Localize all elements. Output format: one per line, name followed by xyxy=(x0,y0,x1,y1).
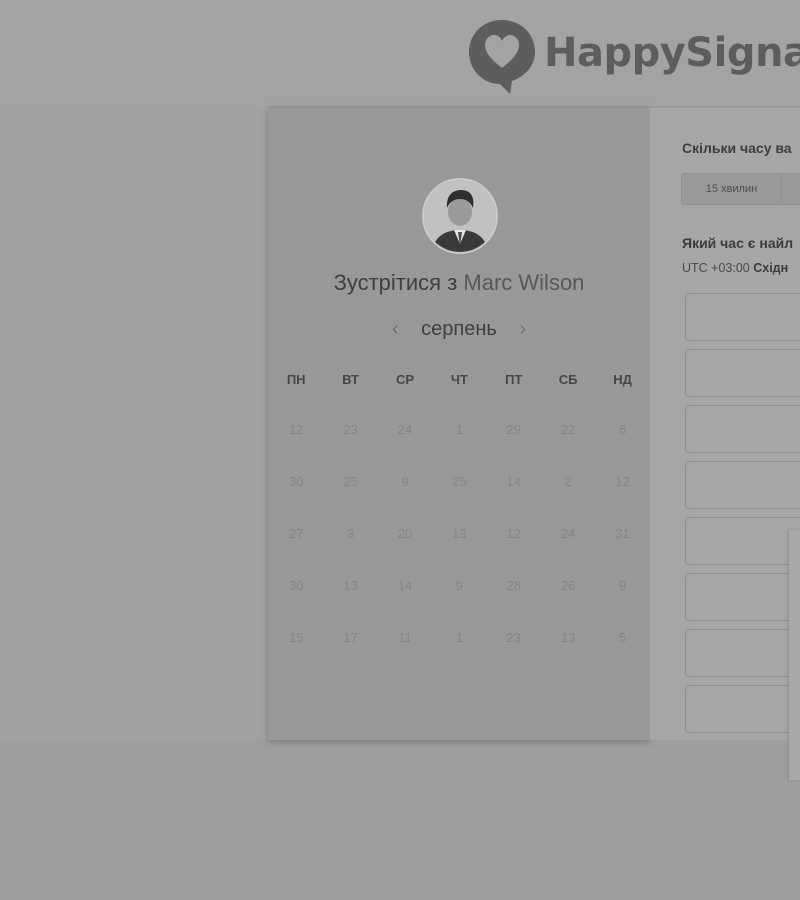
calendar-day[interactable]: 28 xyxy=(487,578,541,630)
weekday-header: ПН ВТ СР ЧТ ПТ СБ НД xyxy=(268,372,651,387)
calendar-day[interactable]: 12 xyxy=(487,526,541,578)
calendar-day[interactable]: 17 xyxy=(323,630,377,682)
meeting-title-prefix: Зустрітися з xyxy=(333,270,458,295)
time-slot[interactable] xyxy=(685,461,800,509)
timezone-offset: UTC +03:00 xyxy=(682,261,750,275)
calendar-day[interactable]: 11 xyxy=(378,630,432,682)
scheduler-panel: Скільки часу ва 15 хвилин Який час є най… xyxy=(650,108,800,740)
calendar-day[interactable]: 31 xyxy=(595,526,649,578)
weekday-thu: ЧТ xyxy=(450,372,468,387)
calendar-day[interactable]: 30 xyxy=(269,578,323,630)
calendar-day[interactable]: 8 xyxy=(595,422,649,474)
weekday-wed: СР xyxy=(395,372,414,387)
time-slot[interactable] xyxy=(685,573,800,621)
calendar-day[interactable]: 9 xyxy=(595,578,649,630)
calendar-day[interactable]: 29 xyxy=(487,422,541,474)
chevron-left-icon[interactable]: ‹ xyxy=(383,318,407,341)
calendar-day[interactable]: 23 xyxy=(323,422,377,474)
weekday-mon: ПН xyxy=(286,372,306,387)
weekday-sun: НД xyxy=(613,372,632,387)
brand-logo[interactable]: HappySigna xyxy=(466,16,800,96)
time-question: Який час є найл xyxy=(682,235,794,251)
calendar-day[interactable]: 15 xyxy=(269,630,323,682)
calendar-day[interactable]: 25 xyxy=(323,474,377,526)
duration-selector: 15 хвилин xyxy=(681,173,800,205)
duration-option-15[interactable]: 15 хвилин xyxy=(682,174,782,204)
brand-name: HappySigna xyxy=(544,30,800,76)
calendar-day[interactable]: 9 xyxy=(378,474,432,526)
time-slot[interactable] xyxy=(685,517,800,565)
calendar-day[interactable]: 3 xyxy=(323,526,377,578)
page-header: HappySigna xyxy=(0,0,800,106)
calendar-day[interactable]: 22 xyxy=(541,422,595,474)
calendar-day[interactable]: 12 xyxy=(269,422,323,474)
calendar-day[interactable]: 13 xyxy=(323,578,377,630)
meeting-title: Зустрітися з Marc Wilson xyxy=(268,270,650,296)
calendar-day[interactable]: 26 xyxy=(541,578,595,630)
chevron-right-icon[interactable]: › xyxy=(511,318,535,341)
booking-card: Зустрітися з Marc Wilson ‹ серпень › ПН … xyxy=(268,108,650,740)
calendar-day[interactable]: 1 xyxy=(432,630,486,682)
calendar-day[interactable]: 30 xyxy=(269,474,323,526)
calendar-day[interactable]: 23 xyxy=(487,630,541,682)
calendar-day[interactable]: 14 xyxy=(487,474,541,526)
calendar-day[interactable]: 9 xyxy=(432,578,486,630)
time-slot[interactable] xyxy=(685,349,800,397)
calendar-day[interactable]: 5 xyxy=(595,630,649,682)
duration-question: Скільки часу ва xyxy=(682,140,792,156)
duration-option-2[interactable] xyxy=(782,174,800,204)
time-slot[interactable] xyxy=(685,685,800,733)
calendar-day[interactable]: 27 xyxy=(269,526,323,578)
weekday-fri: ПТ xyxy=(505,372,523,387)
host-name: Marc Wilson xyxy=(463,270,585,295)
timezone-label[interactable]: UTC +03:00 Східн xyxy=(682,261,788,275)
weekday-sat: СБ xyxy=(558,372,578,387)
calendar-day[interactable]: 13 xyxy=(432,526,486,578)
host-avatar xyxy=(422,178,498,254)
calendar-day[interactable]: 24 xyxy=(378,422,432,474)
calendar-days-grid: 12 23 24 1 29 22 8 30 25 9 25 14 2 12 27 3 20 13 12 24 31 30 1… xyxy=(268,422,651,682)
calendar-day[interactable]: 14 xyxy=(378,578,432,630)
calendar-day[interactable]: 1 xyxy=(432,422,486,474)
time-slot[interactable] xyxy=(685,405,800,453)
weekday-tue: ВТ xyxy=(342,372,359,387)
calendar-day[interactable]: 2 xyxy=(541,474,595,526)
timezone-name: Східн xyxy=(753,261,789,275)
side-popover xyxy=(789,530,800,780)
time-slot[interactable] xyxy=(685,293,800,341)
calendar-day[interactable]: 25 xyxy=(432,474,486,526)
calendar-day[interactable]: 24 xyxy=(541,526,595,578)
calendar-day[interactable]: 20 xyxy=(378,526,432,578)
month-navigation: ‹ серпень › xyxy=(268,315,650,343)
calendar-day[interactable]: 12 xyxy=(595,474,649,526)
month-label: серпень xyxy=(421,317,497,340)
left-background xyxy=(0,106,268,740)
time-slot[interactable] xyxy=(685,629,800,677)
calendar-day[interactable]: 13 xyxy=(541,630,595,682)
user-avatar-icon xyxy=(424,180,496,252)
heart-speech-bubble-icon xyxy=(469,20,535,94)
